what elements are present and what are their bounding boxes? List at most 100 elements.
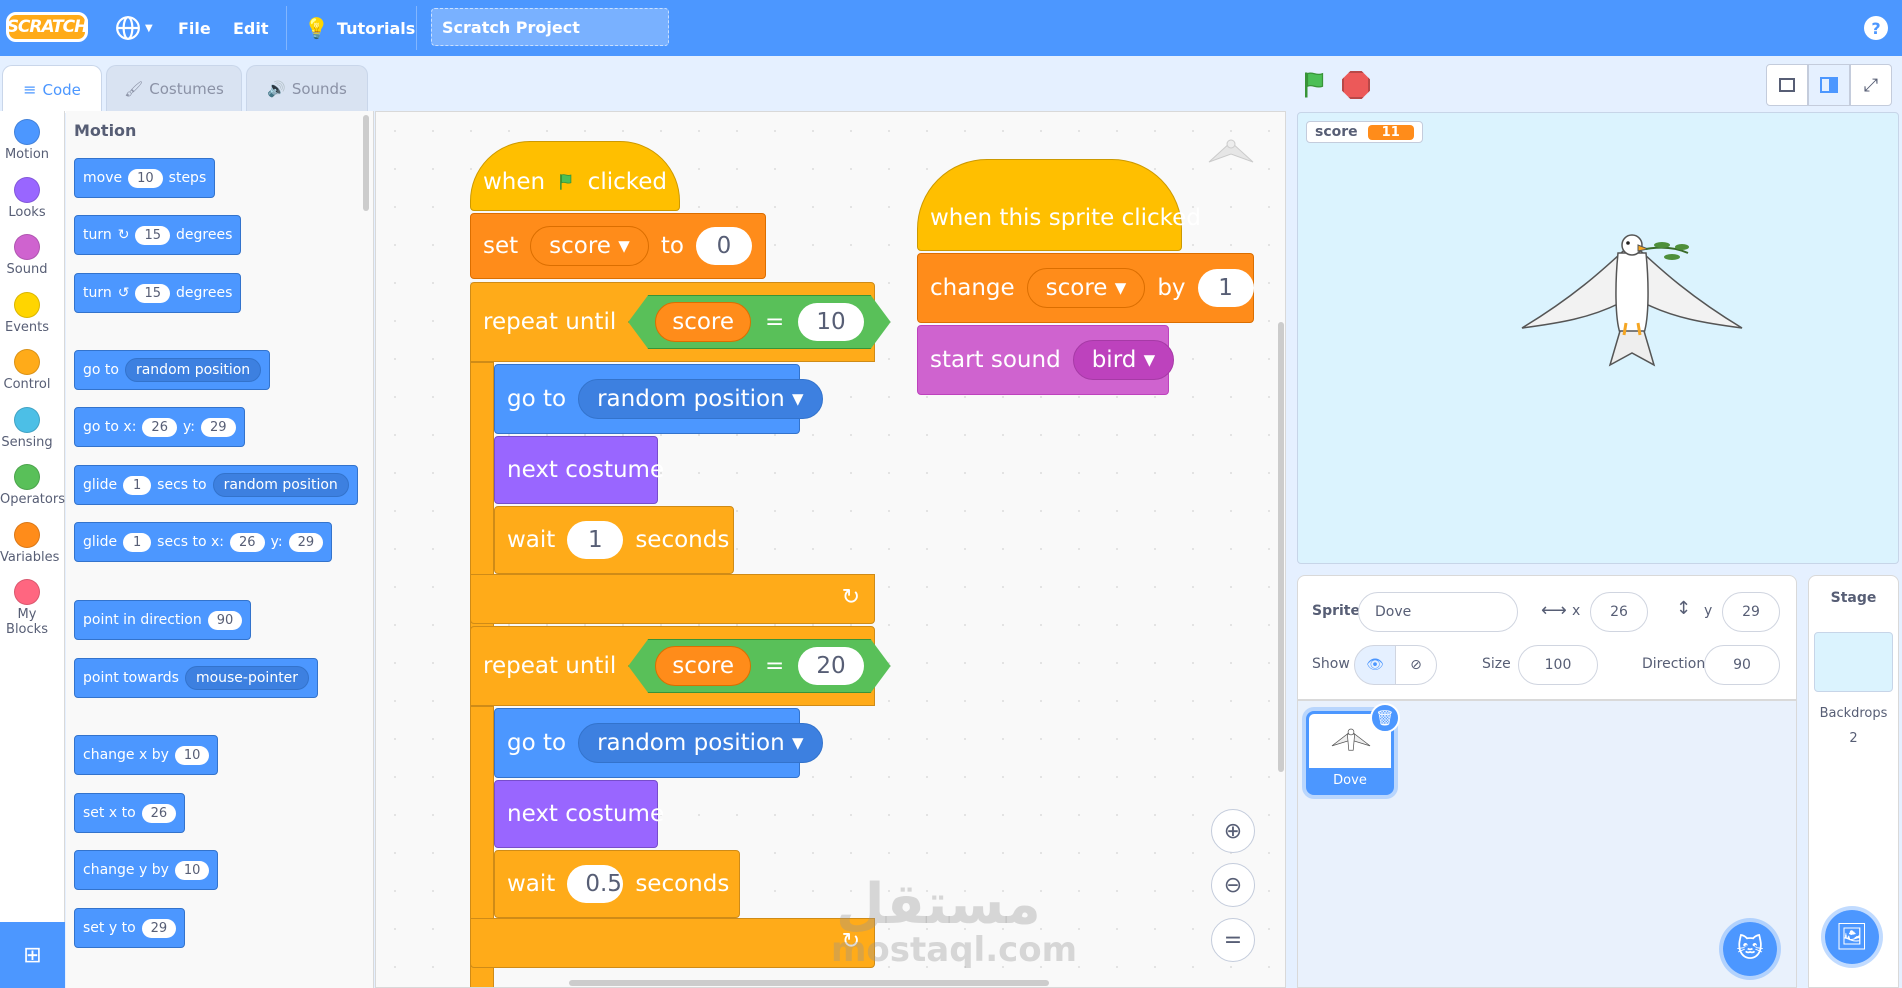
block-input[interactable]: 0.5	[567, 865, 624, 903]
green-flag-button[interactable]	[1300, 70, 1330, 104]
category-events[interactable]: Events	[0, 292, 54, 335]
tab-code[interactable]: ≡ Code	[2, 65, 102, 113]
variable-dropdown[interactable]: score ▾	[530, 226, 649, 266]
block-repeat-until[interactable]: repeat until score = 20	[470, 626, 875, 706]
block-next-costume[interactable]: next costume	[494, 780, 664, 848]
block-input[interactable]: 20	[798, 647, 863, 685]
block-input[interactable]: 26	[142, 417, 177, 437]
block-dropdown[interactable]: random position	[124, 358, 262, 382]
block-change-variable[interactable]: change score ▾ by 1	[917, 253, 1254, 323]
project-title-input[interactable]: Scratch Project	[431, 8, 669, 46]
direction-input[interactable]: 90	[1704, 645, 1780, 685]
file-menu[interactable]: File	[178, 0, 211, 56]
category-operators[interactable]: Operators	[0, 464, 65, 507]
score-reporter[interactable]: score	[655, 646, 751, 686]
block-repeat-until[interactable]: repeat until score = 10	[470, 282, 875, 362]
workspace-vertical-scrollbar[interactable]	[1278, 322, 1284, 772]
help-button[interactable]: ?	[1864, 16, 1888, 40]
zoom-out-button[interactable]: ⊖	[1211, 863, 1255, 907]
palette-block-change-x[interactable]: change x by 10	[74, 735, 219, 775]
palette-block-point-direction[interactable]: point in direction 90	[74, 600, 252, 640]
sprite-name-input[interactable]: Dove	[1358, 592, 1518, 632]
block-input[interactable]: 90	[207, 610, 243, 630]
block-input[interactable]: 1	[123, 475, 152, 495]
small-stage-button[interactable]	[1766, 64, 1808, 106]
tutorials-button[interactable]: 💡 Tutorials	[304, 0, 415, 56]
block-input[interactable]: 15	[135, 225, 171, 245]
category-looks[interactable]: Looks	[0, 177, 54, 220]
block-set-variable[interactable]: set score ▾ to 0	[470, 213, 766, 279]
category-sound[interactable]: Sound	[0, 234, 54, 277]
block-input[interactable]: 1	[1197, 269, 1254, 307]
category-variables[interactable]: Variables	[0, 522, 59, 565]
y-position-input[interactable]: 29	[1722, 592, 1780, 632]
equals-operator[interactable]: score = 20	[628, 639, 890, 693]
zoom-reset-button[interactable]: =	[1211, 918, 1255, 962]
score-reporter[interactable]: score	[655, 302, 751, 342]
block-start-sound[interactable]: start sound bird ▾	[917, 325, 1175, 395]
block-input[interactable]: 26	[141, 803, 177, 823]
workspace-horizontal-scrollbar[interactable]	[569, 980, 1049, 986]
x-position-input[interactable]: 26	[1590, 592, 1648, 632]
block-input[interactable]: 15	[135, 283, 171, 303]
zoom-in-button[interactable]: ⊕	[1211, 809, 1255, 853]
choose-backdrop-button[interactable]: 🖼	[1821, 906, 1883, 968]
block-when-sprite-clicked[interactable]: when this sprite clicked	[917, 159, 1201, 251]
block-input[interactable]: 29	[200, 417, 236, 437]
block-dropdown[interactable]: random position	[212, 473, 349, 497]
palette-block-goto-xy[interactable]: go to x: 26 y: 29	[74, 407, 245, 447]
block-input[interactable]: 26	[230, 532, 265, 552]
block-goto-random[interactable]: go to random position ▾	[494, 708, 823, 778]
block-input[interactable]: 10	[174, 860, 210, 880]
stage-thumbnail[interactable]	[1814, 632, 1893, 692]
category-my-blocks[interactable]: My Blocks	[0, 579, 54, 637]
show-hidden-button[interactable]: ⊘	[1395, 645, 1437, 685]
dove-sprite[interactable]	[1520, 223, 1744, 373]
block-input[interactable]: 10	[128, 168, 163, 188]
scratch-logo[interactable]: SCRATCH	[6, 12, 88, 42]
palette-block-set-x[interactable]: set x to 26	[74, 793, 186, 833]
block-input[interactable]: 1	[123, 532, 152, 552]
block-input[interactable]: 29	[141, 918, 177, 938]
delete-sprite-button[interactable]: 🗑	[1370, 703, 1400, 733]
tab-sounds[interactable]: 🔊 Sounds	[246, 65, 368, 111]
palette-block-change-y[interactable]: change y by 10	[74, 850, 219, 890]
block-input[interactable]: 0	[695, 227, 752, 265]
category-control[interactable]: Control	[0, 349, 54, 392]
palette-block-move[interactable]: move 10 steps	[74, 158, 216, 198]
code-workspace[interactable]: when clicked set score ▾ to 0 repeat unt…	[375, 111, 1286, 988]
block-goto-random[interactable]: go to random position ▾	[494, 364, 823, 434]
stop-button[interactable]	[1342, 71, 1370, 99]
block-wait[interactable]: wait 0.5 seconds	[494, 850, 740, 918]
block-next-costume[interactable]: next costume	[494, 436, 664, 504]
block-when-flag-clicked[interactable]: when clicked	[470, 141, 680, 211]
stage-selector[interactable]: Stage Backdrops 2 🖼	[1808, 575, 1899, 988]
block-dropdown[interactable]: random position ▾	[578, 723, 823, 763]
palette-block-turn-right[interactable]: turn ↻ 15 degrees	[74, 215, 242, 255]
block-dropdown[interactable]: mouse-pointer	[184, 666, 310, 690]
sound-dropdown[interactable]: bird ▾	[1072, 340, 1175, 380]
block-input[interactable]: 10	[174, 745, 210, 765]
palette-block-glide-xy[interactable]: glide 1 secs to x: 26 y: 29	[74, 522, 333, 562]
large-stage-button[interactable]	[1808, 64, 1850, 106]
fullscreen-button[interactable]: ⤢	[1850, 64, 1892, 106]
choose-sprite-button[interactable]: 🐱	[1719, 918, 1781, 980]
variable-dropdown[interactable]: score ▾	[1026, 268, 1146, 308]
language-menu[interactable]: ▼	[115, 0, 153, 56]
block-input[interactable]: 29	[288, 532, 324, 552]
block-input[interactable]: 10	[798, 303, 863, 341]
block-wait[interactable]: wait 1 seconds	[494, 506, 734, 574]
palette-block-set-y[interactable]: set y to 29	[74, 908, 186, 948]
add-extension-button[interactable]: ⊞	[0, 922, 65, 988]
palette-block-turn-left[interactable]: turn ↺ 15 degrees	[74, 273, 242, 313]
edit-menu[interactable]: Edit	[233, 0, 269, 56]
category-motion[interactable]: Motion	[0, 119, 54, 162]
equals-operator[interactable]: score = 10	[628, 295, 890, 349]
palette-block-point-towards[interactable]: point towards mouse-pointer	[74, 658, 319, 698]
stage-canvas[interactable]: score 11	[1297, 112, 1899, 564]
block-dropdown[interactable]: random position ▾	[578, 379, 823, 419]
size-input[interactable]: 100	[1518, 645, 1598, 685]
palette-block-goto-random[interactable]: go to random position	[74, 350, 271, 390]
show-visible-button[interactable]: 👁	[1354, 645, 1396, 685]
score-monitor[interactable]: score 11	[1306, 121, 1423, 143]
